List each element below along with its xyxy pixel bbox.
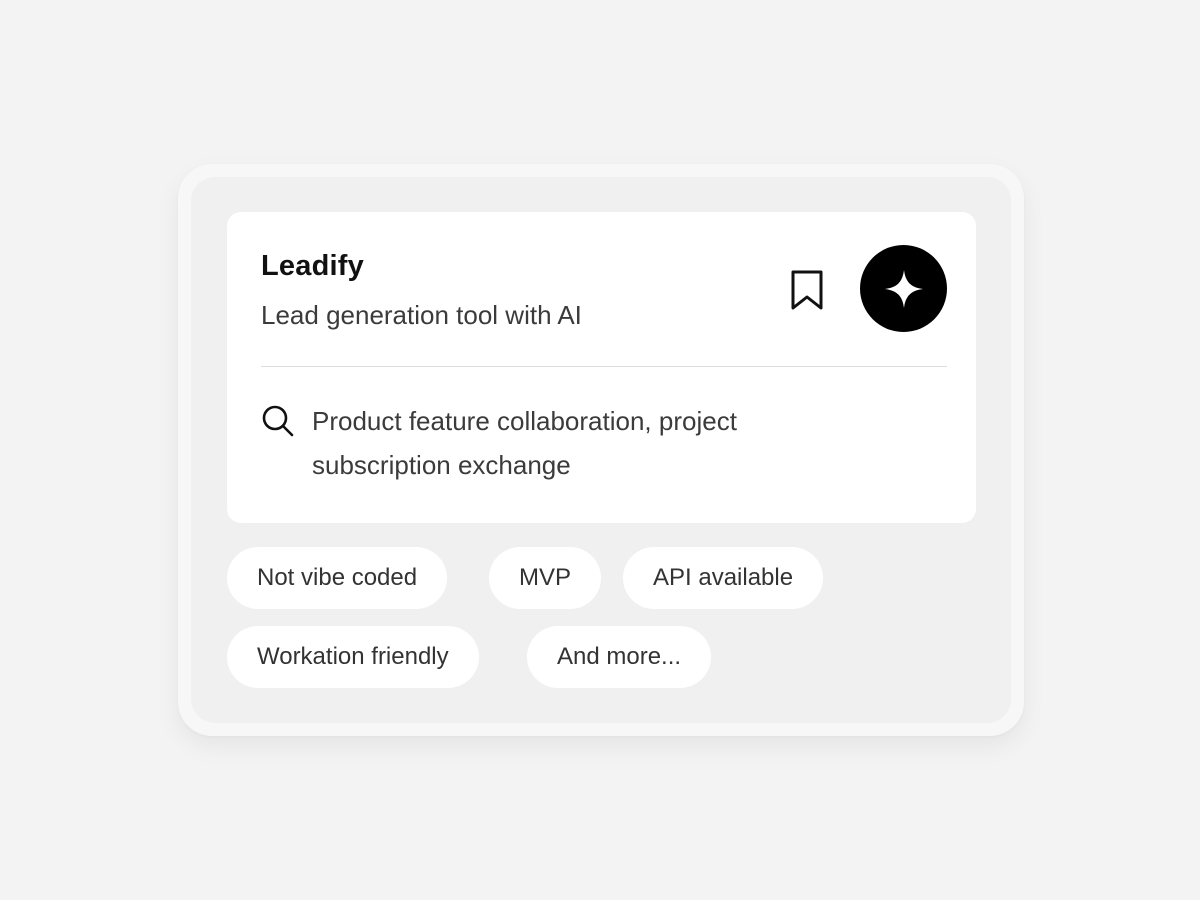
bookmark-icon [791, 270, 823, 310]
tool-title: Leadify [261, 250, 364, 282]
search-query-text: Product feature collaboration, project s… [312, 406, 737, 480]
tag-chip[interactable]: Workation friendly [227, 626, 479, 688]
bookmark-button[interactable] [781, 264, 833, 316]
tool-info-panel: Leadify Lead generation tool with AI Pro… [227, 212, 976, 523]
sparkle-icon [884, 269, 923, 308]
tool-card: Leadify Lead generation tool with AI Pro… [178, 164, 1024, 736]
tag-chip[interactable]: API available [623, 547, 824, 609]
divider [261, 366, 947, 367]
search-icon [262, 405, 294, 437]
tool-subtitle: Lead generation tool with AI [261, 300, 582, 330]
tag-chip[interactable]: MVP [489, 547, 602, 609]
tag-chip[interactable]: Not vibe coded [227, 547, 448, 609]
tag-chip-more[interactable]: And more... [527, 626, 712, 688]
ai-sparkle-button[interactable] [860, 245, 947, 332]
tool-card-inner: Leadify Lead generation tool with AI Pro… [191, 177, 1011, 723]
